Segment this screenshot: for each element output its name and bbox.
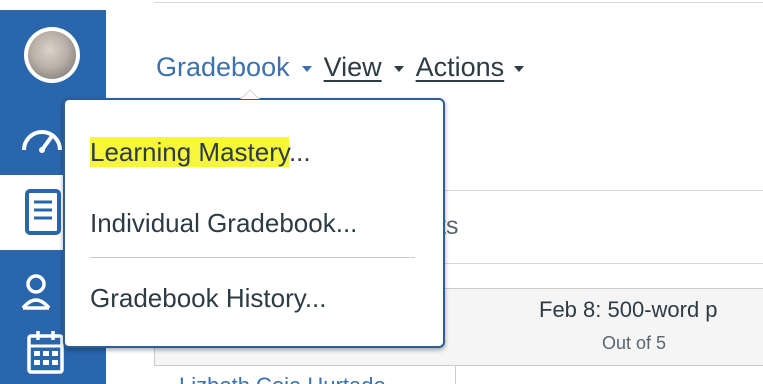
gradebook-header-menus: Gradebook View Actions — [156, 47, 536, 87]
caret-down-icon — [514, 66, 525, 72]
dropdown-pointer-fill — [242, 91, 258, 99]
menu-divider — [90, 257, 415, 258]
assignment-column-header[interactable]: Feb 8: 500-word p Out of 5 — [455, 289, 763, 366]
groups-people-icon[interactable] — [20, 272, 66, 314]
user-avatar[interactable] — [24, 27, 80, 83]
actions-menu-trigger[interactable]: Actions — [416, 50, 537, 84]
menu-item-learning-mastery[interactable]: Learning Mastery... — [90, 135, 311, 169]
assignment-points: Out of 5 — [602, 333, 667, 353]
top-divider — [154, 2, 763, 3]
gradebook-dropdown-menu: Learning Mastery... Individual Gradebook… — [63, 98, 445, 348]
menu-item-individual-gradebook[interactable]: Individual Gradebook... — [90, 206, 357, 240]
gradebook-menu-label: Gradebook — [156, 52, 290, 82]
dashboard-gauge-icon[interactable] — [19, 120, 65, 162]
actions-menu-label: Actions — [415, 52, 505, 82]
cell-divider — [455, 366, 456, 384]
student-name-link[interactable]: Lizbeth Coja Hurtado — [179, 373, 386, 384]
menu-item-ellipsis: ... — [288, 137, 311, 167]
view-menu-label: View — [323, 52, 382, 82]
highlighted-text: Learning Mastery — [90, 137, 289, 167]
assignment-title: Feb 8: 500-word p — [539, 297, 718, 322]
courses-book-icon[interactable] — [24, 188, 64, 236]
avatar-photo — [28, 31, 76, 79]
calendar-icon[interactable] — [26, 328, 66, 376]
gradebook-page: Gradebook View Actions ts Feb 8: 500-wor… — [0, 0, 763, 384]
gradebook-menu-trigger[interactable]: Gradebook — [156, 50, 324, 84]
caret-down-icon — [393, 66, 404, 72]
caret-down-icon — [301, 66, 312, 72]
view-menu-trigger[interactable]: View — [324, 50, 416, 84]
menu-item-gradebook-history[interactable]: Gradebook History... — [90, 281, 327, 315]
